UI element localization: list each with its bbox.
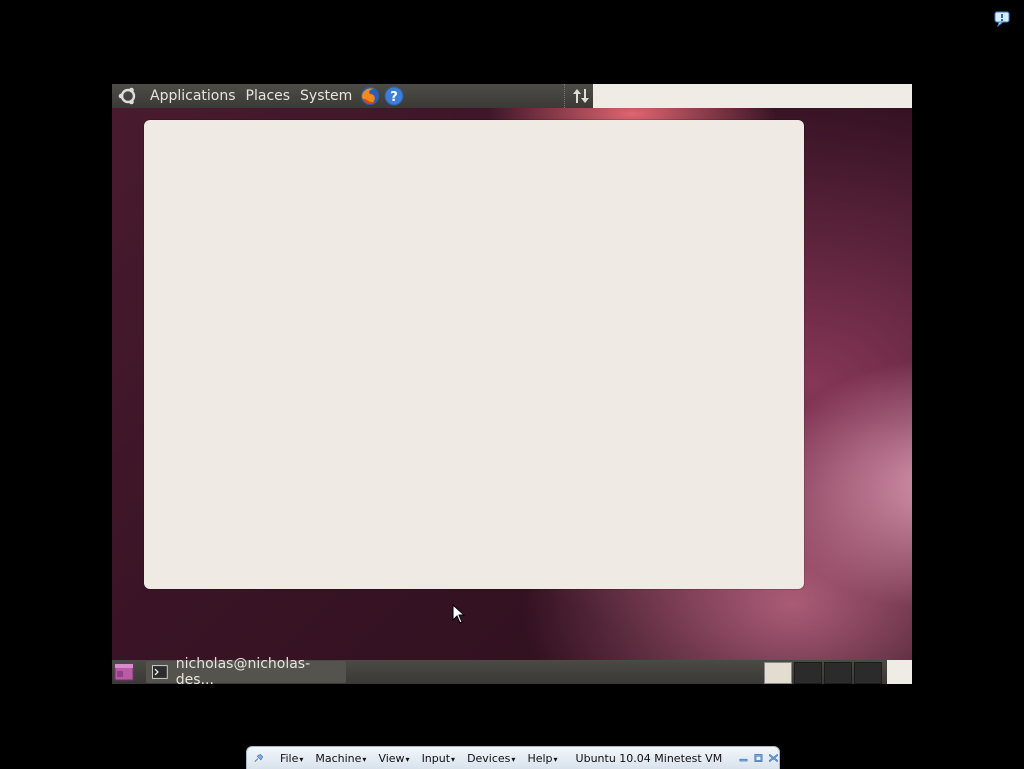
top-panel-empty-area <box>593 84 912 108</box>
vbox-menu-help[interactable]: Help <box>521 752 563 765</box>
blank-window[interactable] <box>144 120 804 589</box>
vbox-menu-input[interactable]: Input <box>416 752 462 765</box>
vbox-menu-file[interactable]: File <box>274 752 309 765</box>
network-updown-icon[interactable] <box>571 86 591 106</box>
menu-system[interactable]: System <box>295 88 357 104</box>
workspace-1[interactable] <box>764 662 792 684</box>
close-icon[interactable] <box>768 750 779 766</box>
show-desktop-icon[interactable] <box>114 663 134 681</box>
bottom-panel-empty-area <box>887 660 912 684</box>
taskbar-item-label: nicholas@nicholas-des... <box>175 656 311 684</box>
menu-applications[interactable]: Applications <box>145 88 241 104</box>
mouse-cursor-icon <box>452 604 466 624</box>
minimize-icon[interactable] <box>738 750 749 766</box>
vbox-menu-view[interactable]: View <box>372 752 415 765</box>
workspace-4[interactable] <box>854 662 882 684</box>
vbox-menu-devices[interactable]: Devices <box>461 752 521 765</box>
taskbar-item-terminal[interactable]: nicholas@nicholas-des... <box>146 656 346 684</box>
help-icon[interactable]: ? <box>383 85 405 107</box>
vbox-mini-toolbar: File Machine View Input Devices Help Ubu… <box>246 746 780 769</box>
terminal-icon <box>152 665 168 679</box>
workspace-switcher <box>764 662 882 684</box>
bottom-panel: nicholas@nicholas-des... <box>112 656 887 684</box>
restore-icon[interactable] <box>753 750 764 766</box>
workspace-3[interactable] <box>824 662 852 684</box>
menu-places[interactable]: Places <box>241 88 296 104</box>
pin-icon[interactable] <box>253 750 264 766</box>
panel-drag-handle[interactable] <box>564 84 568 108</box>
notification-balloon-icon[interactable] <box>994 11 1010 27</box>
ubuntu-logo-icon[interactable] <box>117 85 139 107</box>
guest-desktop[interactable]: Applications Places System ? nicholas@ni… <box>112 84 912 684</box>
top-panel: Applications Places System ? <box>112 84 593 108</box>
firefox-icon[interactable] <box>359 85 381 107</box>
vm-title: Ubuntu 10.04 Minetest VM <box>575 751 723 765</box>
vbox-menu-machine[interactable]: Machine <box>309 752 372 765</box>
workspace-2[interactable] <box>794 662 822 684</box>
svg-text:?: ? <box>390 90 398 105</box>
